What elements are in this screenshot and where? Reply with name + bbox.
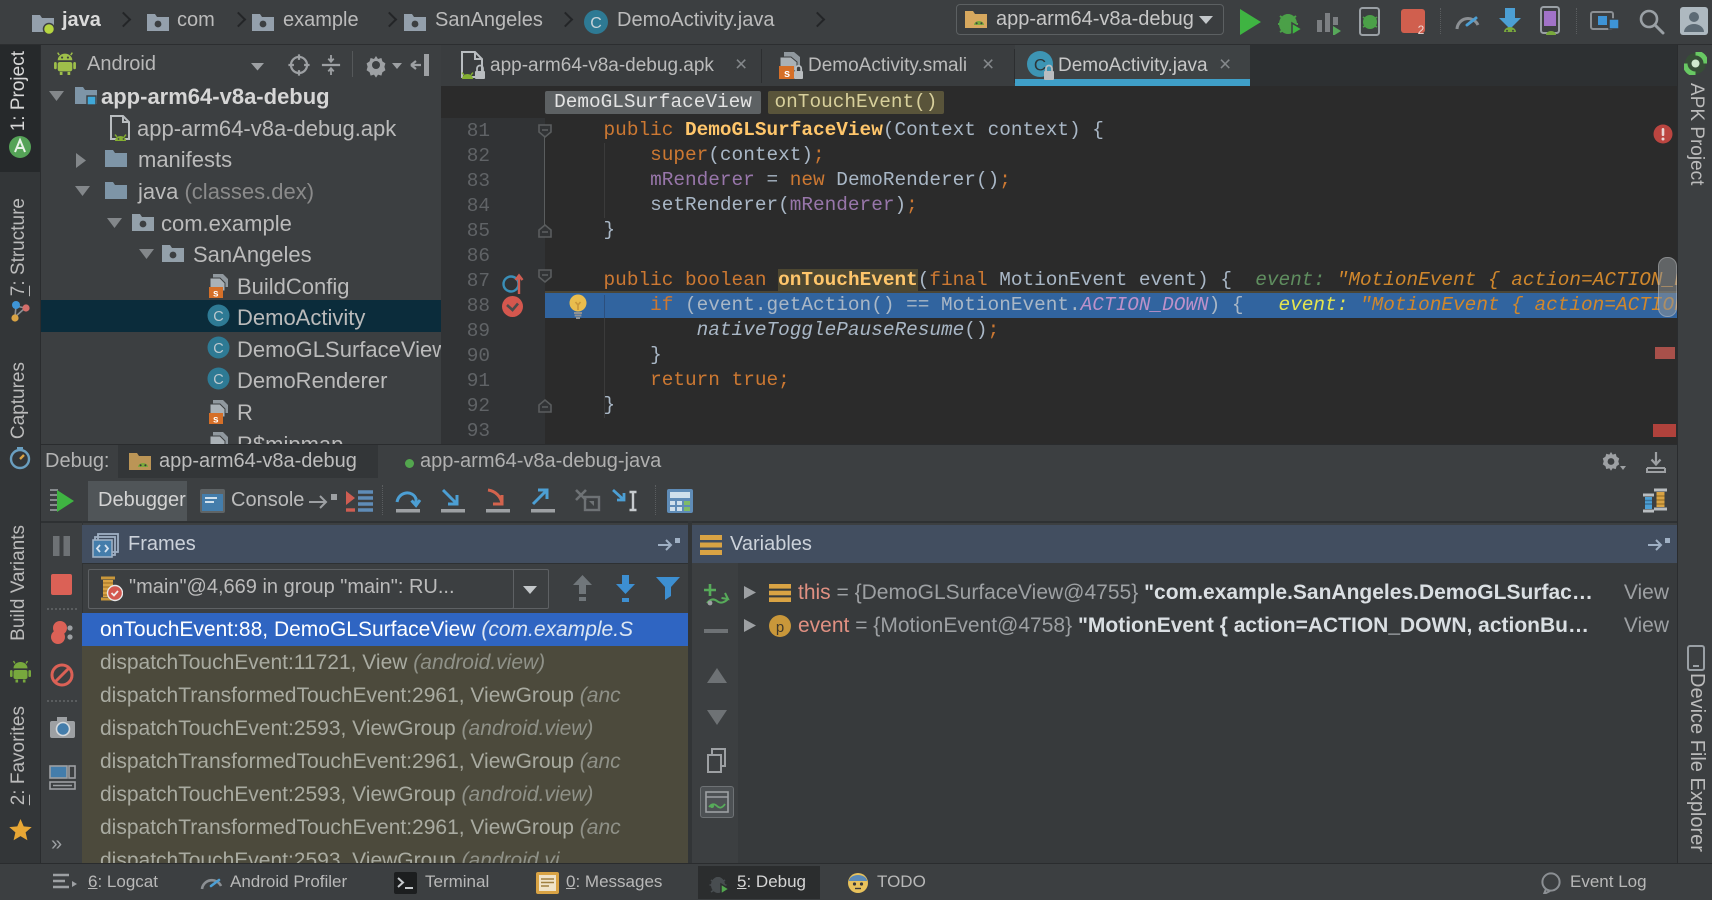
svg-text:C: C: [213, 309, 223, 325]
svg-text:p: p: [776, 619, 784, 636]
svg-text:s: s: [213, 289, 219, 300]
svg-text:s: s: [784, 68, 790, 80]
svg-text:C: C: [213, 372, 223, 388]
svg-text:C: C: [213, 341, 223, 357]
svg-text:C: C: [590, 15, 602, 32]
svg-text:2: 2: [1418, 23, 1425, 36]
svg-text:s: s: [213, 415, 219, 426]
